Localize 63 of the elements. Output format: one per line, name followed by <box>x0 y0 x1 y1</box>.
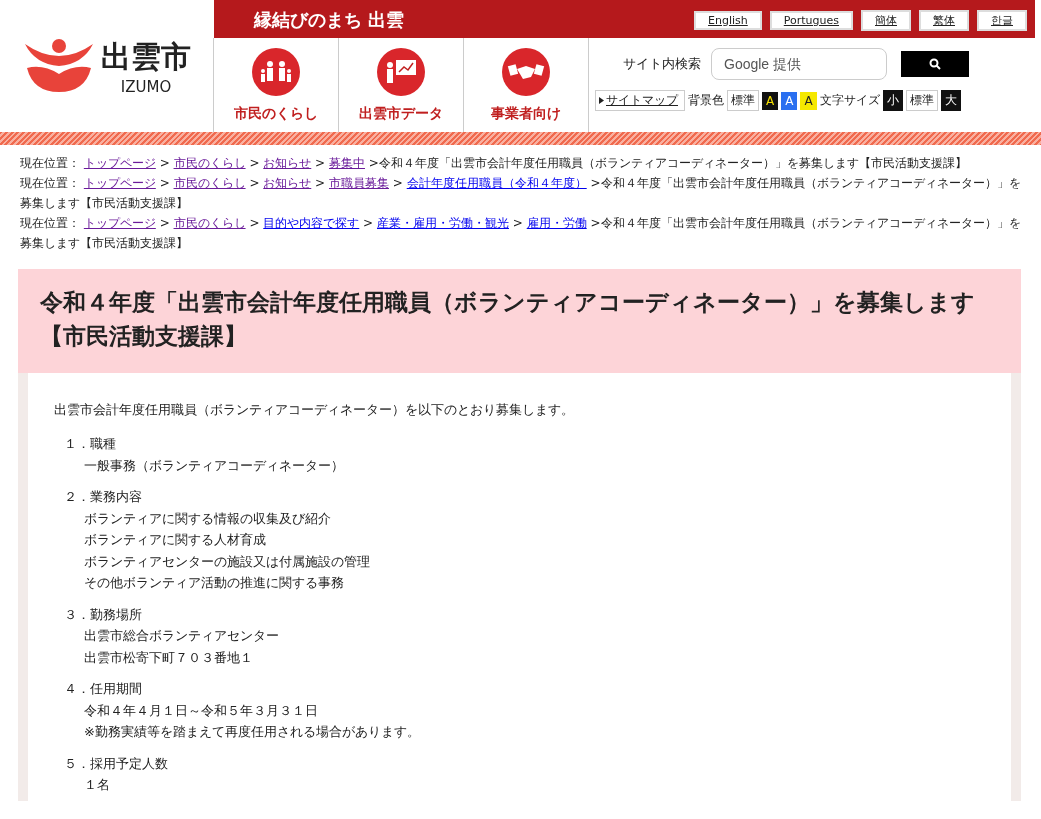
section-text: その他ボランティア活動の推進に関する事務 <box>83 574 345 592</box>
search-button[interactable] <box>901 51 969 77</box>
language-link[interactable]: 簡体 <box>861 9 911 31</box>
breadcrumb-link[interactable]: トップページ <box>83 216 156 230</box>
logo-name: 出雲市 <box>101 37 191 76</box>
text-size-label: 文字サイズ <box>819 92 880 109</box>
language-link[interactable]: 繁体 <box>919 9 969 31</box>
section-heading: ５．採用予定人数 <box>64 754 169 773</box>
background-color-option[interactable]: A <box>762 91 779 110</box>
breadcrumb-link[interactable]: 市民のくらし <box>173 216 246 230</box>
sitemap-link[interactable]: サイトマップ <box>595 90 685 111</box>
search-icon <box>929 58 941 70</box>
text-size-option[interactable]: 小 <box>882 90 903 111</box>
background-color-option[interactable]: 標準 <box>727 90 759 111</box>
breadcrumb-link[interactable]: 市職員募集 <box>329 176 389 190</box>
breadcrumb: 現在位置： トップページ > 市民のくらし > お知らせ > 市職員募集 > 会計年度任用職員（令和４年度） >令和４年度「出雲市会計年度任用職員（ボランティアコーディネーター）」を募集します【市民活動支援課】 <box>20 175 1021 212</box>
page-title: 令和４年度「出雲市会計年度任用職員（ボランティアコーディネーター）」を募集します【市民活動支援課】 <box>40 288 976 351</box>
breadcrumb-link[interactable]: トップページ <box>83 176 156 190</box>
section-heading: ４．任用期間 <box>64 680 143 698</box>
section-heading: ３．勤務場所 <box>64 605 143 624</box>
background-color-option[interactable]: A <box>800 91 817 110</box>
nav-item[interactable]: 出雲市データ <box>338 38 464 132</box>
section-text: ボランティアセンターの施設又は付属施設の管理 <box>83 552 371 571</box>
breadcrumb: 現在位置： トップページ > 市民のくらし > 目的や内容で探す > 産業・雇用・労働・観光 > 雇用・労働 >令和４年度「出雲市会計年度任用職員（ボランティアコーディネーター）」を募集します【市民活動支援課】 <box>20 215 1021 252</box>
language-link[interactable]: 한글 <box>977 9 1027 31</box>
logo-roman: IZUMO <box>120 77 172 96</box>
chart-icon <box>376 47 426 97</box>
section-text: １名 <box>83 776 111 794</box>
breadcrumb-link[interactable]: 募集中 <box>329 156 365 170</box>
search-field[interactable]: Google 提供 <box>711 48 887 80</box>
intro-text: 出雲市会計年度任用職員（ボランティアコーディネーター）を以下のとおり募集します。 <box>54 401 575 419</box>
breadcrumb-link[interactable]: 市民のくらし <box>173 176 246 190</box>
nav-item[interactable]: 事業者向け <box>463 38 589 132</box>
section-heading: １．職種 <box>64 435 117 453</box>
background-color-label: 背景色 <box>688 92 724 109</box>
breadcrumb: 現在位置： トップページ > 市民のくらし > お知らせ > 募集中 >令和４年度「出雲市会計年度任用職員（ボランティアコーディネーター）」を募集します【市民活動支援課】 <box>20 155 968 172</box>
search-label: サイト内検索 <box>623 55 701 73</box>
section-text: ボランティアに関する情報の収集及び紹介 <box>83 509 332 528</box>
text-size-option[interactable]: 大 <box>940 90 961 111</box>
breadcrumb-link[interactable]: お知らせ <box>263 176 312 190</box>
section-text: ※勤務実績等を踏まえて再度任用される場合があります。 <box>83 723 421 741</box>
triangle-icon <box>599 97 604 104</box>
language-link[interactable]: English <box>694 10 762 30</box>
breadcrumb-link[interactable]: 会計年度任用職員（令和４年度） <box>406 176 587 190</box>
section-heading: ２．業務内容 <box>64 488 143 506</box>
section-text: 出雲市総合ボランティアセンター <box>83 627 280 645</box>
family-icon <box>251 47 301 97</box>
section-text: 出雲市松寄下町７０３番地１ <box>83 648 254 667</box>
background-color-option[interactable]: A <box>781 91 798 110</box>
breadcrumb-link[interactable]: 市民のくらし <box>173 156 246 170</box>
section-text: 令和４年４月１日～令和５年３月３１日 <box>83 701 319 720</box>
section-text: ボランティアに関する人材育成 <box>83 531 267 549</box>
breadcrumb-link[interactable]: トップページ <box>83 156 156 170</box>
breadcrumb-link[interactable]: 目的や内容で探す <box>263 216 360 230</box>
breadcrumb-link[interactable]: 産業・雇用・労働・観光 <box>377 216 509 230</box>
breadcrumb-link[interactable]: 雇用・労働 <box>526 216 587 230</box>
language-link[interactable]: Portugues <box>769 10 853 30</box>
handshake-icon <box>501 47 551 97</box>
section-text: 一般事務（ボランティアコーディネーター） <box>83 456 345 475</box>
slogan: 縁結びのまち 出雲 <box>254 8 406 32</box>
breadcrumb-link[interactable]: お知らせ <box>263 156 312 170</box>
city-logo-icon[interactable] <box>23 38 95 94</box>
nav-item[interactable]: 市民のくらし <box>213 38 339 132</box>
